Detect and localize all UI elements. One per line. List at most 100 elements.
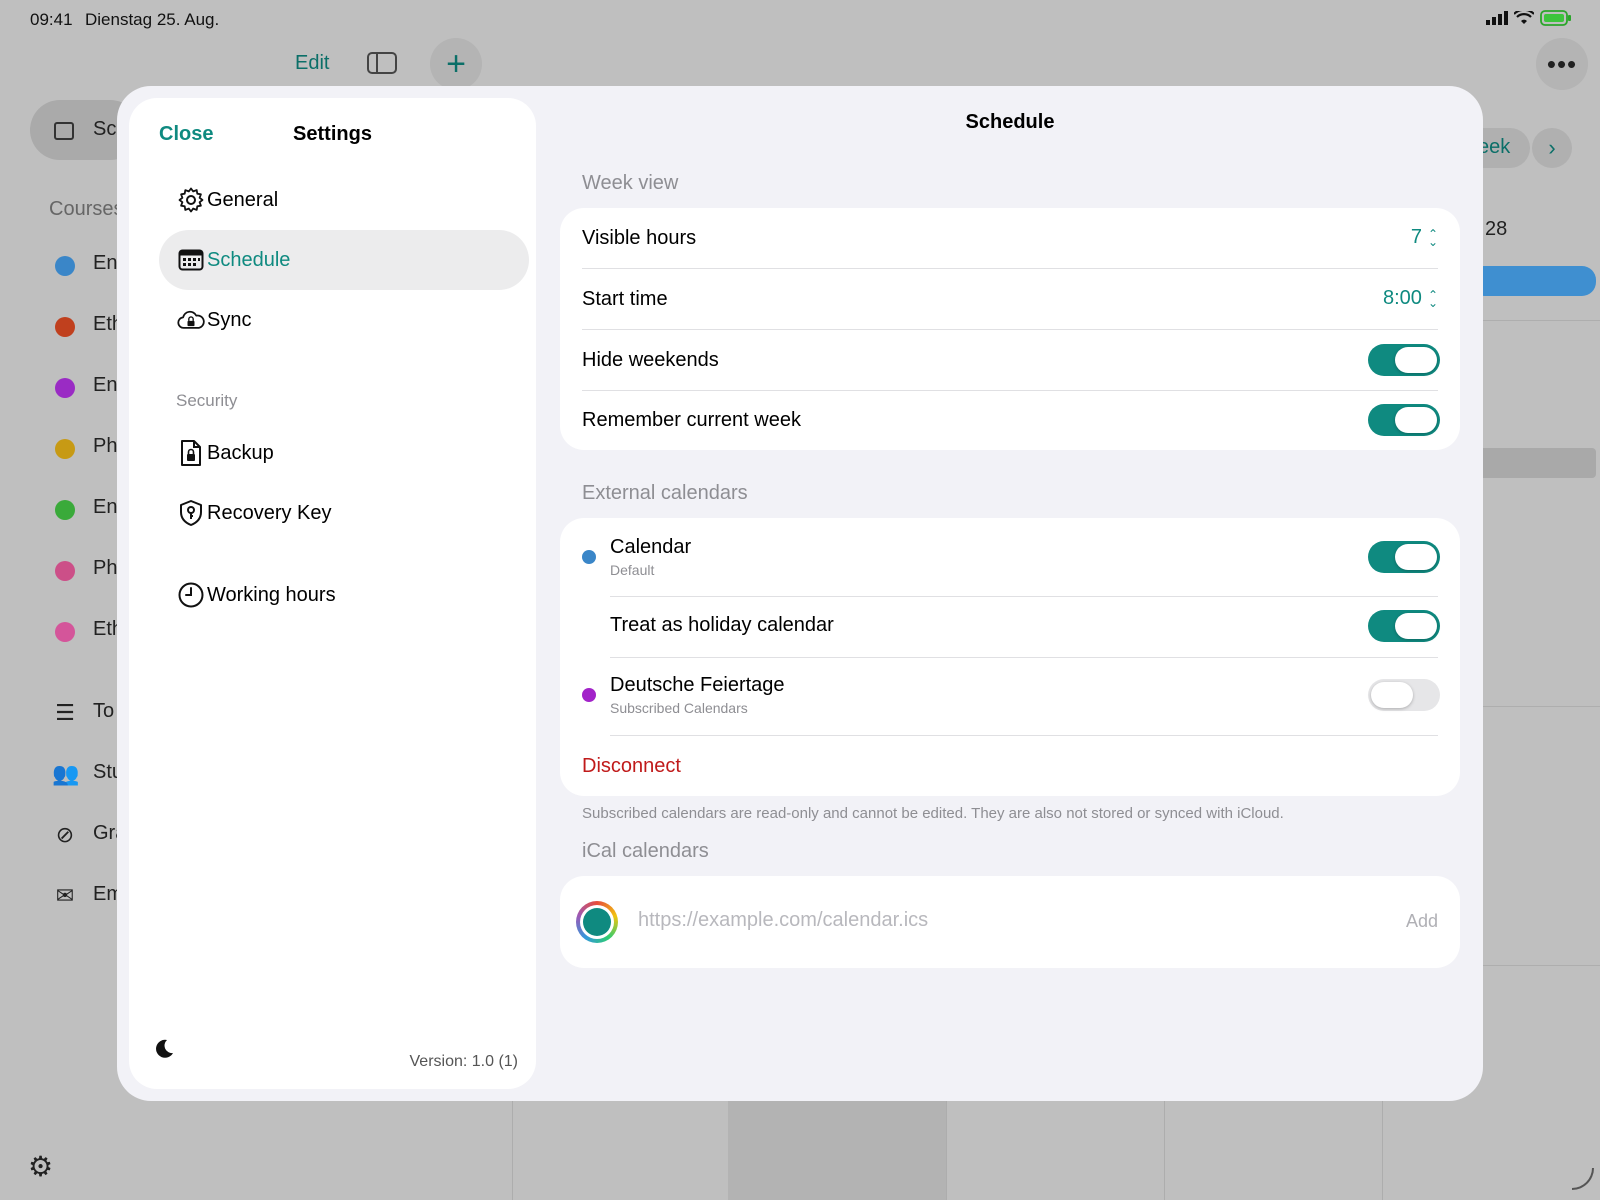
feiertage-name: Deutsche Feiertage <box>610 674 785 696</box>
calendar-color-dot <box>582 550 596 564</box>
grid-column <box>946 1100 947 1200</box>
status-time: 09:41 <box>30 10 73 29</box>
settings-title: Settings <box>293 123 372 145</box>
nav-item-schedule[interactable]: Schedule <box>159 230 529 290</box>
external-calendars-footnote: Subscribed calendars are read-only and c… <box>582 805 1284 822</box>
more-button[interactable]: ••• <box>1536 38 1588 90</box>
nav-item-sync[interactable]: Sync <box>159 290 529 350</box>
calendar-icon <box>177 246 205 274</box>
nav-item-label: Sync <box>207 308 252 331</box>
envelope-icon: ✉ <box>55 883 75 908</box>
visible-hours-value: 7 <box>1410 226 1422 248</box>
calendar-subtitle: Default <box>610 562 655 578</box>
signal-icon <box>1486 11 1508 25</box>
calendar-toggle[interactable] <box>1368 541 1440 573</box>
calendar-event[interactable] <box>1470 266 1596 296</box>
toggle-knob <box>1395 407 1437 433</box>
nav-item-general[interactable]: General <box>159 170 529 230</box>
chevron-up-down-icon: ⌃ ⌄ <box>1427 226 1438 249</box>
selected-color-swatch <box>583 908 611 936</box>
moon-icon[interactable] <box>153 1038 175 1066</box>
color-picker-button[interactable] <box>576 901 618 943</box>
nav-item-working-hours[interactable]: Working hours <box>159 565 529 625</box>
visible-hours-stepper[interactable]: 7 ⌃ ⌄ <box>1411 226 1438 249</box>
course-color-dot <box>55 378 75 398</box>
edit-button[interactable]: Edit <box>295 52 329 75</box>
chevron-right-icon: › <box>1548 135 1556 160</box>
hide-weekends-label: Hide weekends <box>582 348 719 371</box>
course-color-dot <box>55 317 75 337</box>
feiertage-subtitle: Subscribed Calendars <box>610 700 748 716</box>
toggle-knob <box>1371 682 1413 708</box>
hide-weekends-toggle[interactable] <box>1368 344 1440 376</box>
grid-column <box>1382 1100 1383 1200</box>
people-icon: 👥 <box>52 761 80 786</box>
external-calendars-header: External calendars <box>582 482 748 504</box>
course-item[interactable]: En <box>93 496 117 519</box>
start-time-stepper[interactable]: 8:00 ⌃ ⌄ <box>1383 287 1438 310</box>
visible-hours-row[interactable]: Visible hours <box>582 208 1438 268</box>
nav-item-label: Backup <box>207 441 274 464</box>
grid-line <box>1470 706 1600 707</box>
remember-week-toggle[interactable] <box>1368 404 1440 436</box>
version-label: Version: 1.0 (1) <box>409 1053 519 1070</box>
grid-line <box>1470 965 1600 966</box>
visible-hours-label: Visible hours <box>582 226 697 249</box>
sidebar-toggle-icon[interactable] <box>367 52 397 74</box>
divider <box>610 735 1438 736</box>
external-calendars-card: Calendar Default Treat as holiday calend… <box>560 518 1460 796</box>
course-color-dot <box>55 439 75 459</box>
nav-item-backup[interactable]: Backup <box>159 423 529 483</box>
grid-column <box>1164 1100 1165 1200</box>
gear-icon <box>177 186 205 214</box>
schedule-title: Schedule <box>965 111 1055 133</box>
chevron-up-down-icon: ⌃ ⌄ <box>1427 287 1438 310</box>
courses-header: Courses <box>49 198 124 220</box>
nav-item-label: Schedule <box>207 248 291 271</box>
toggle-knob <box>1395 347 1437 373</box>
nav-item-recovery-key[interactable]: Recovery Key <box>159 483 529 543</box>
settings-sidebar: Close Settings General Schedule Sync Sec… <box>129 98 536 1089</box>
course-color-dot <box>55 622 75 642</box>
feiertage-toggle[interactable] <box>1368 679 1440 711</box>
holiday-calendar-toggle[interactable] <box>1368 610 1440 642</box>
remember-week-row: Remember current week <box>582 391 1438 450</box>
cloud-lock-icon <box>177 306 205 334</box>
grid-column <box>512 1100 513 1200</box>
security-header: Security <box>176 391 238 410</box>
divider <box>610 596 1438 597</box>
nav-item-label: General <box>207 188 279 211</box>
remember-week-label: Remember current week <box>582 409 801 431</box>
add-ical-button[interactable]: Add <box>1406 911 1438 932</box>
ical-calendars-card: Add <box>560 876 1460 968</box>
clock-icon <box>177 581 205 609</box>
add-button[interactable]: + <box>430 38 482 90</box>
battery-icon <box>1540 10 1571 26</box>
key-shield-icon <box>177 499 205 527</box>
course-item[interactable]: En <box>93 252 117 275</box>
course-item[interactable]: En <box>93 374 117 397</box>
status-icons <box>1486 10 1572 26</box>
course-item[interactable]: Ph <box>93 435 117 458</box>
grade-icon: ⊘ <box>55 822 75 847</box>
sidebar-selected-label: Sc <box>93 118 117 140</box>
course-item[interactable]: Ph <box>93 557 117 580</box>
settings-modal: Close Settings General Schedule Sync Sec… <box>117 86 1483 1101</box>
nav-item-label: Working hours <box>207 583 336 606</box>
disconnect-button[interactable]: Disconnect <box>582 755 681 778</box>
course-color-dot <box>55 500 75 520</box>
wifi-icon <box>1514 11 1534 24</box>
color-picker-ring <box>580 905 614 939</box>
ical-url-input[interactable] <box>638 909 1358 932</box>
course-color-dot <box>55 256 75 276</box>
start-time-row[interactable]: Start time <box>582 269 1438 329</box>
status-date: Dienstag 25. Aug. <box>85 10 220 29</box>
next-week-button[interactable]: › <box>1532 128 1572 168</box>
sidebar-item[interactable]: To <box>93 700 114 723</box>
toggle-knob <box>1395 613 1437 639</box>
gear-icon[interactable]: ⚙ <box>28 1150 53 1183</box>
ellipsis-icon: ••• <box>1546 48 1578 79</box>
week-view-card: Visible hours 7 ⌃ ⌄ Start time 8:00 ⌃ ⌄ Hi… <box>560 208 1460 450</box>
calendar-band <box>1470 448 1596 478</box>
document-lock-icon <box>177 439 205 467</box>
